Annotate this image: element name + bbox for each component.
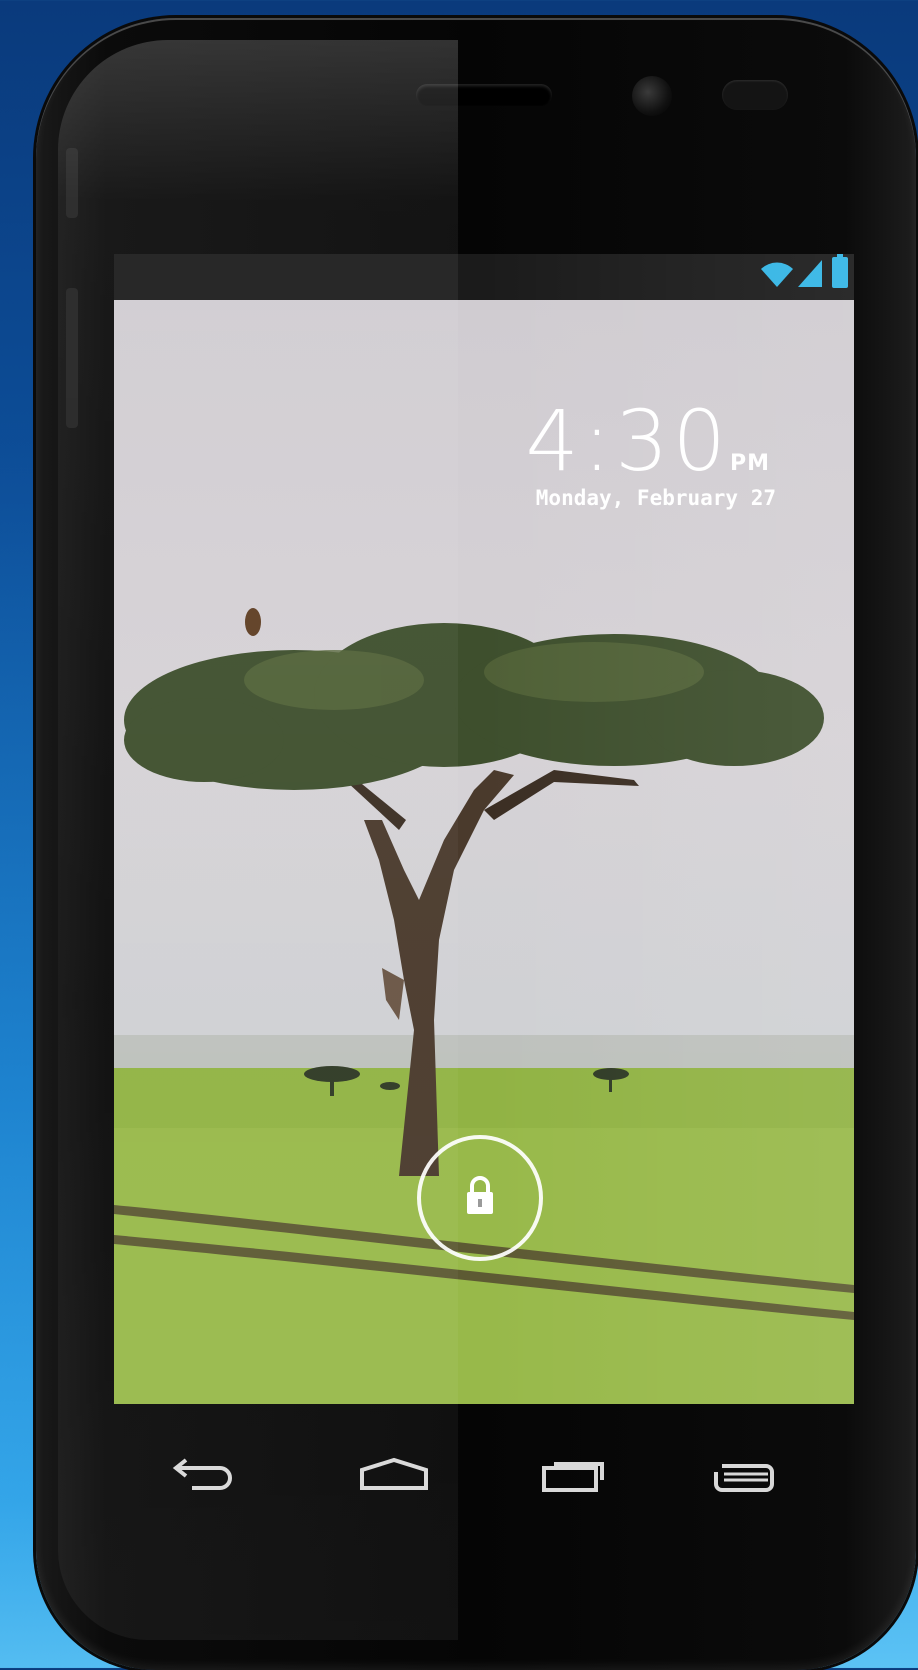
- back-icon[interactable]: [164, 1446, 244, 1506]
- menu-icon[interactable]: [706, 1446, 786, 1506]
- recent-apps-icon[interactable]: [538, 1446, 618, 1506]
- volume-up-button[interactable]: [66, 148, 78, 218]
- volume-down-button[interactable]: [66, 288, 78, 428]
- signal-icon: [796, 258, 824, 292]
- status-bar: [114, 254, 854, 300]
- lock-screen: 4:30PM Monday, February 27: [114, 254, 854, 1404]
- wifi-icon: [760, 260, 794, 292]
- front-camera: [632, 76, 672, 116]
- navigation-keys: [160, 1446, 800, 1506]
- proximity-sensor: [722, 80, 788, 110]
- clock-ampm: PM: [729, 451, 770, 476]
- earpiece-speaker: [416, 84, 552, 106]
- lock-icon: [465, 1175, 495, 1219]
- home-icon[interactable]: [354, 1446, 434, 1506]
- status-icons: [760, 254, 848, 292]
- clock-time: 4:30: [525, 392, 730, 490]
- unlock-button[interactable]: [417, 1135, 543, 1261]
- lock-clock: 4:30PM: [525, 396, 770, 486]
- battery-icon: [832, 254, 848, 292]
- clock-date: Monday, February 27: [535, 486, 776, 510]
